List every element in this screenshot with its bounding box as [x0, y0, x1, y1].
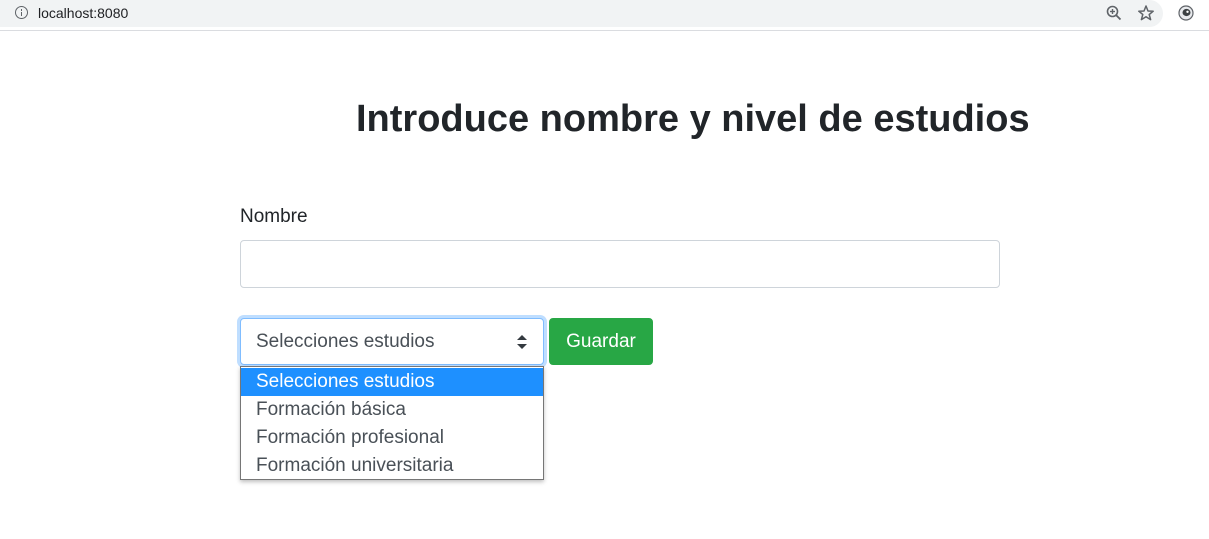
studies-dropdown-list: Selecciones estudios Formación básica Fo… [240, 366, 544, 480]
dropdown-option[interactable]: Formación universitaria [241, 452, 543, 480]
star-icon[interactable] [1137, 4, 1155, 22]
dropdown-option[interactable]: Selecciones estudios [241, 368, 543, 396]
address-bar[interactable]: localhost:8080 [0, 0, 1163, 27]
studies-select-value: Selecciones estudios [256, 331, 435, 352]
save-button[interactable]: Guardar [549, 318, 653, 365]
dropdown-option[interactable]: Formación básica [241, 396, 543, 424]
address-url[interactable]: localhost:8080 [38, 5, 128, 21]
dropdown-option[interactable]: Formación profesional [241, 424, 543, 452]
name-input[interactable] [240, 240, 1000, 288]
page-title: Introduce nombre y nivel de estudios [356, 98, 1030, 140]
info-icon[interactable] [15, 6, 28, 19]
zoom-icon[interactable] [1105, 4, 1123, 22]
select-arrows-icon [517, 335, 527, 349]
name-label: Nombre [240, 206, 308, 227]
browser-toolbar: localhost:8080 [0, 0, 1209, 31]
extension-icon[interactable] [1177, 4, 1195, 22]
studies-select[interactable]: Selecciones estudios [240, 318, 544, 365]
